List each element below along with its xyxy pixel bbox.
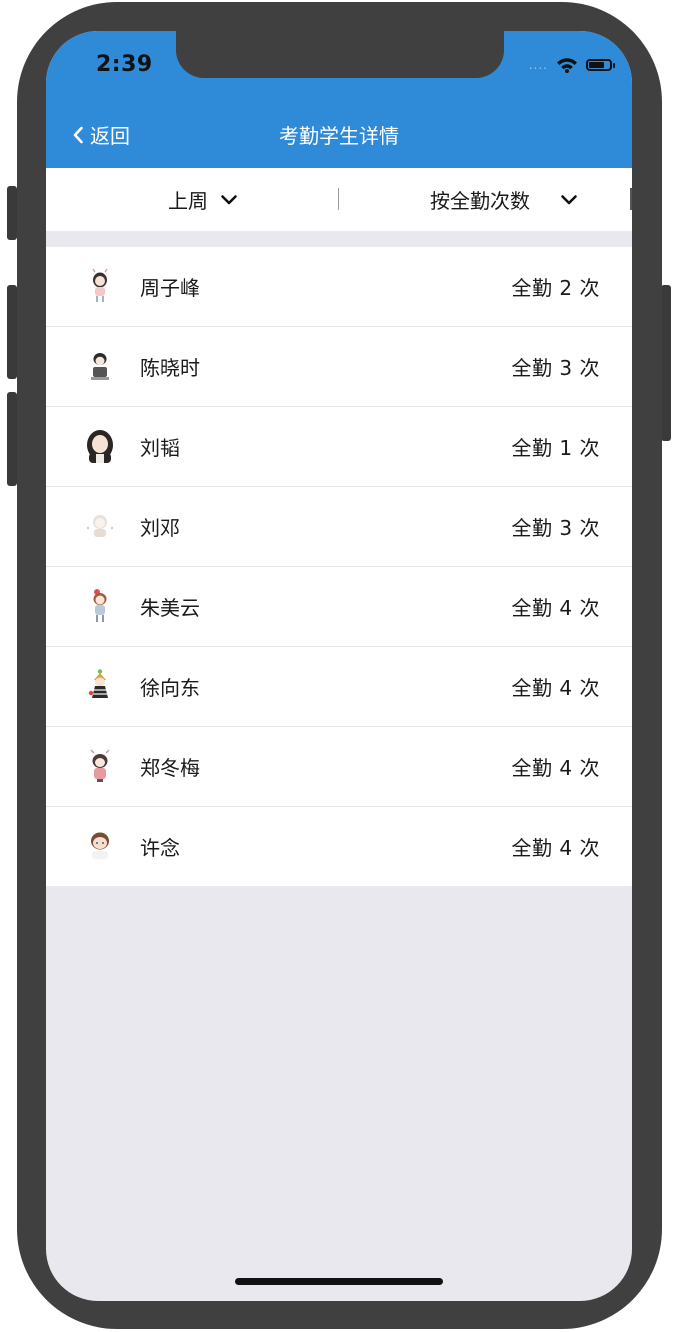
side-button-silent [7,186,17,240]
attendance-count: 全勤 3 次 [511,516,600,540]
signal-dots: .... [528,58,548,72]
period-filter-dropdown[interactable]: 上周 [168,168,238,231]
student-list: 周子峰 全勤 2 次 陈晓时 全勤 3 次 刘韬 全勤 1 次 刘邓 全勤 3 … [46,247,632,886]
student-name: 刘韬 [140,436,180,460]
avatar [91,353,109,380]
page-title: 考勤学生详情 [279,124,399,148]
attendance-count: 全勤 4 次 [511,836,600,860]
list-item[interactable]: 陈晓时 全勤 3 次 [46,327,632,407]
side-button-volume-up [7,285,17,379]
battery-icon [586,59,615,71]
filter-bar: 上周 按全勤次数 [46,168,632,231]
avatar [87,430,113,463]
sort-filter-dropdown[interactable]: 按全勤次数 [430,168,578,231]
avatar [90,749,110,782]
notch [176,31,504,78]
list-item[interactable]: 许念 全勤 4 次 [46,807,632,886]
list-item[interactable]: 刘邓 全勤 3 次 [46,487,632,567]
period-filter-label: 上周 [168,189,208,213]
student-name: 朱美云 [140,596,200,620]
attendance-count: 全勤 3 次 [511,356,600,380]
student-name: 刘邓 [140,516,180,540]
list-item[interactable]: 徐向东 全勤 4 次 [46,647,632,727]
status-time: 2:39 [96,52,153,77]
student-name: 周子峰 [140,276,200,300]
student-name: 陈晓时 [140,356,200,380]
student-name: 许念 [140,836,180,860]
list-item[interactable]: 朱美云 全勤 4 次 [46,567,632,647]
sort-filter-label: 按全勤次数 [430,189,530,213]
chevron-down-icon [561,194,577,204]
student-name: 徐向东 [140,676,200,700]
chevron-left-icon [73,126,83,143]
avatar [86,515,114,537]
back-button[interactable]: 返回 [72,120,130,149]
wifi-icon [557,58,577,73]
attendance-count: 全勤 4 次 [511,756,600,780]
phone-screen: 2:39 .... 返回 考勤学生详情 上周 按全勤次数 周子峰 全勤 2 次 … [46,31,632,1301]
avatar [88,669,108,698]
status-icons: .... [528,55,615,75]
home-indicator[interactable] [235,1278,443,1285]
avatar [92,268,108,302]
back-label: 返回 [90,124,130,148]
side-button-power [661,285,671,441]
list-item[interactable]: 郑冬梅 全勤 4 次 [46,727,632,807]
chevron-down-icon [221,194,237,204]
avatar [93,589,107,622]
filter-divider [338,188,339,210]
attendance-count: 全勤 2 次 [511,276,600,300]
list-item[interactable]: 刘韬 全勤 1 次 [46,407,632,487]
avatar [91,832,109,859]
side-button-volume-down [7,392,17,486]
student-name: 郑冬梅 [140,756,200,780]
attendance-count: 全勤 4 次 [511,676,600,700]
attendance-count: 全勤 1 次 [511,436,600,460]
attendance-count: 全勤 4 次 [511,596,600,620]
filter-edge-divider [630,188,632,210]
list-item[interactable]: 周子峰 全勤 2 次 [46,247,632,327]
